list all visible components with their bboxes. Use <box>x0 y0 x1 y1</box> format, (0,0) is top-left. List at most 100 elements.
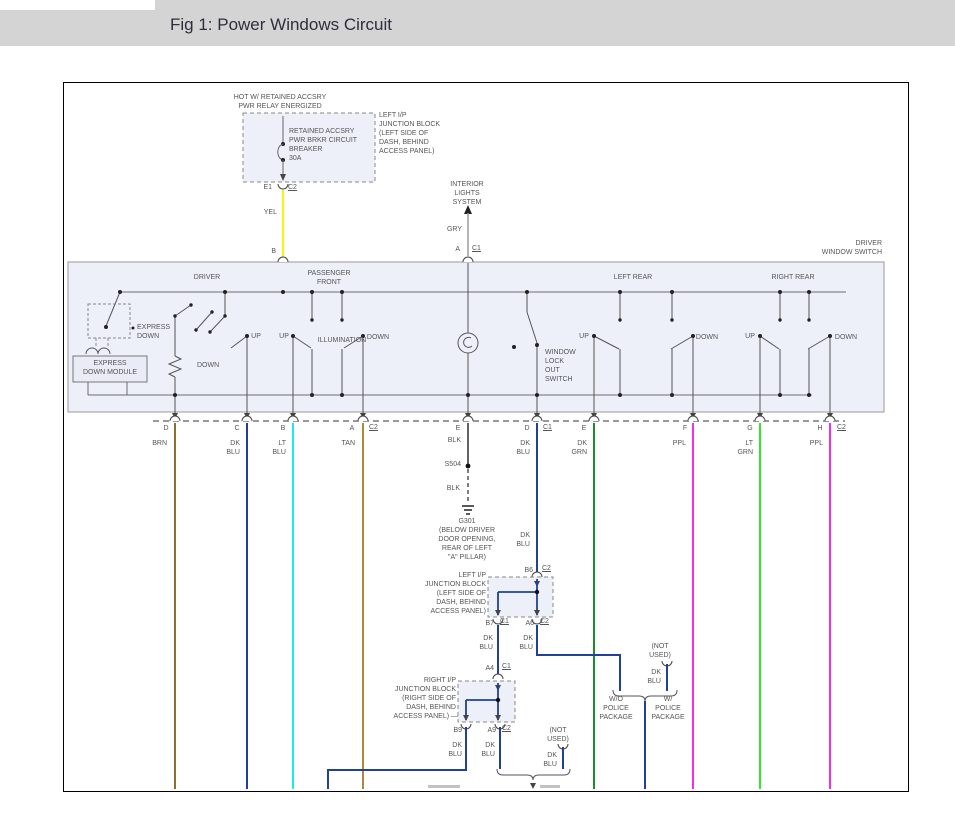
wire-ltgrn-a: LT <box>745 440 753 447</box>
right-ip-jb-3: (RIGHT SIDE OF <box>402 695 456 702</box>
wo-police-1: W/O <box>609 696 623 703</box>
section-passenger-1: PASSENGER <box>307 270 351 277</box>
pin-d-c2: D <box>163 425 169 432</box>
left-rear-down-label: DOWN <box>695 334 719 341</box>
left-ip-jb2-5: ACCESS PANEL) <box>430 608 487 615</box>
wire-gry-label: GRY <box>446 226 462 233</box>
pin-g-c2: G <box>747 425 753 432</box>
passenger-down-label: DOWN <box>366 334 390 341</box>
conn-c2-breaker: C2 <box>288 184 297 191</box>
wire-dkblu7-a: DK <box>485 742 495 749</box>
conn-c1-b7: C1 <box>500 618 509 625</box>
pin-a9: A9 <box>487 727 496 734</box>
wire-ltblu-a: LT <box>278 440 286 447</box>
pin-exit-arrows <box>172 413 833 419</box>
wire-dkblu9-b: BLU <box>543 761 557 768</box>
right-rear-down-label: DOWN <box>834 334 858 341</box>
power-windows-wiring-page: Fig 1: Power Windows Circuit HOT W/ RETA… <box>0 0 955 814</box>
wire-dkblu8-a: DK <box>651 669 661 676</box>
pin-b6: B6 <box>524 567 533 574</box>
conn-c2-row2: C2 <box>837 424 846 431</box>
illumination-label: ILLUMINATION <box>317 337 367 344</box>
driver-up-label: UP <box>251 333 261 340</box>
wire-dkgrn-a: DK <box>577 440 587 447</box>
wire-blk-label: BLK <box>447 437 461 444</box>
express-down-1: EXPRESS <box>137 324 171 331</box>
wire-dkblu3-b: BLU <box>516 541 530 548</box>
truncated-text-sliver <box>428 785 460 788</box>
breaker-name-3: BREAKER <box>289 146 323 153</box>
conn-c2-a9: C2 <box>502 725 511 732</box>
conn-c2-a6: C2 <box>540 618 549 625</box>
not-used-2a: (NOT <box>549 727 567 734</box>
wire-blk2-label: BLK <box>446 485 460 492</box>
wire-ppl2-label: PPL <box>809 440 823 447</box>
conn-c2-b6: C2 <box>542 565 551 572</box>
wire-yel-label: YEL <box>263 209 277 216</box>
interior-lights-2: LIGHTS <box>454 190 480 197</box>
wire-dkblu1-a: DK <box>230 440 240 447</box>
left-ip-jb2-1: LEFT I/P <box>458 572 487 579</box>
wire-dkblu2-a: DK <box>520 440 530 447</box>
section-right-rear: RIGHT REAR <box>771 274 815 281</box>
right-ip-jb-5: ACCESS PANEL) — <box>393 713 458 720</box>
ground-g301: G301 <box>458 518 476 525</box>
dkblu-junction-chain <box>327 423 678 789</box>
express-down-2: DOWN <box>137 333 160 340</box>
express-module-2: DOWN MODULE <box>82 369 138 376</box>
brace-police-package-2 <box>496 768 571 781</box>
left-rear-up-label: UP <box>579 333 589 340</box>
driver-window-switch-box <box>67 256 885 419</box>
hot-feed-line2: PWR RELAY ENERGIZED <box>238 103 322 110</box>
wire-brn-label: BRN <box>152 440 167 447</box>
wire-ppl1-label: PPL <box>672 440 686 447</box>
left-ip-jb-4: DASH, BEHIND <box>379 139 429 146</box>
interior-lights-3: SYSTEM <box>452 199 482 206</box>
wire-ltgrn-b: GRN <box>737 449 753 456</box>
hot-feed-line1: HOT W/ RETAINED ACCSRY <box>233 94 327 101</box>
right-ip-jb-4: DASH, BEHIND <box>406 704 456 711</box>
passenger-up-label: UP <box>279 333 289 340</box>
lockout-1: WINDOW <box>545 349 576 356</box>
ground-loc-3: REAR OF LEFT <box>441 545 493 552</box>
wire-dkblu9-a: DK <box>547 752 557 759</box>
pin-a4: A4 <box>485 665 494 672</box>
wo-police-3: PACKAGE <box>599 714 633 721</box>
lockout-2: LOCK <box>545 358 565 365</box>
connector-arc-breaker <box>277 183 289 190</box>
right-ip-jb-1: RIGHT I/P <box>423 677 456 684</box>
wire-dkblu2-b: BLU <box>516 449 530 456</box>
truncated-text-sliver <box>540 785 560 788</box>
wire-dkblu8-b: BLU <box>647 678 661 685</box>
pin-b-c2: B <box>280 425 286 432</box>
wire-dkblu3-a: DK <box>520 532 530 539</box>
wire-dkblu5-b: BLU <box>519 644 533 651</box>
pin-e-c1: E <box>455 425 461 432</box>
pin-b9: B9 <box>453 727 462 734</box>
conn-c1-row: C1 <box>543 424 552 431</box>
breaker-name-1: RETAINED ACCSRY <box>289 128 355 135</box>
left-ip-jb-1: LEFT I/P <box>379 112 407 119</box>
wire-dkblu1-b: BLU <box>226 449 240 456</box>
not-used-1a: (NOT <box>651 643 669 650</box>
splice-dot-s504 <box>465 463 471 469</box>
wire-dkblu4-b: BLU <box>479 644 493 651</box>
not-used-2b: USED) <box>547 736 569 743</box>
pin-e1: E1 <box>263 184 272 191</box>
pin-e-c2b: E <box>581 425 587 432</box>
left-ip-jb-5: ACCESS PANEL) <box>379 148 435 155</box>
pin-b-top: B <box>271 248 276 255</box>
breaker-name-2: PWR BRKR CIRCUIT <box>289 137 358 144</box>
pin-h-c2: H <box>817 425 823 432</box>
ground-loc-1: (BELOW DRIVER <box>438 527 496 534</box>
pin-f-c2: F <box>682 425 688 432</box>
wire-dkgrn-b: GRN <box>571 449 587 456</box>
left-ip-jb-3: (LEFT SIDE OF <box>379 130 429 137</box>
switch-title-1: DRIVER <box>855 240 882 247</box>
pin-b7: B7 <box>485 620 494 627</box>
wire-dkblu4-a: DK <box>483 635 493 642</box>
pin-a-c2: A <box>349 425 355 432</box>
section-driver: DRIVER <box>193 274 221 281</box>
lockout-3: OUT <box>545 367 560 374</box>
express-module-1: EXPRESS <box>93 360 127 367</box>
